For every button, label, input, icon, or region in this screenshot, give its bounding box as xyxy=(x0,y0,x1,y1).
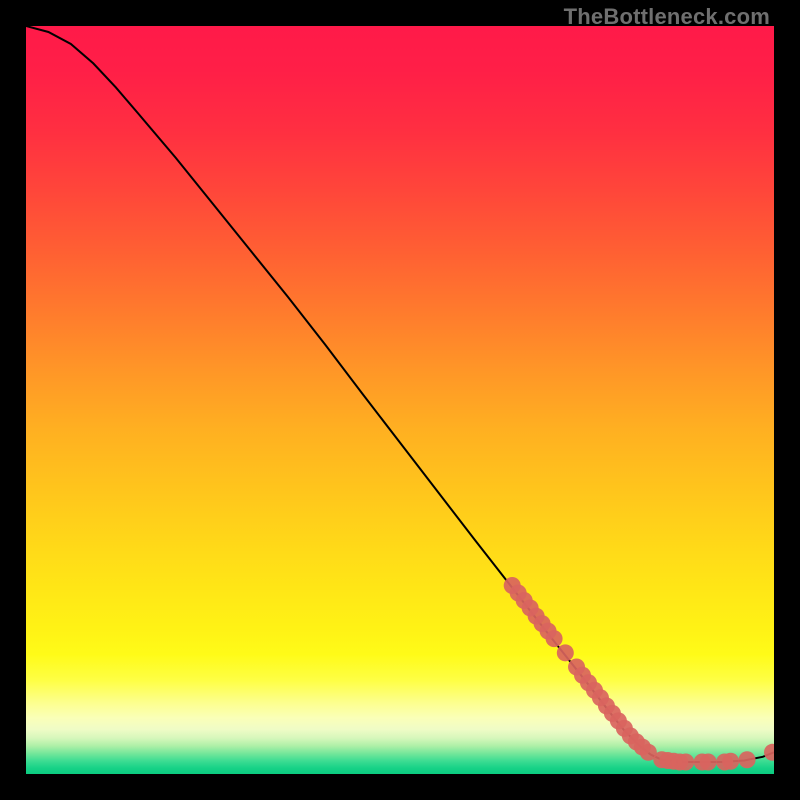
data-marker xyxy=(700,754,717,771)
chart-svg xyxy=(26,26,774,774)
data-marker xyxy=(739,751,756,768)
chart-frame: TheBottleneck.com xyxy=(0,0,800,800)
data-marker xyxy=(677,754,694,771)
data-marker xyxy=(546,630,563,647)
watermark-label: TheBottleneck.com xyxy=(564,4,770,30)
plot-area xyxy=(26,26,774,774)
background-gradient xyxy=(26,26,774,774)
data-marker xyxy=(722,753,739,770)
data-marker xyxy=(557,644,574,661)
